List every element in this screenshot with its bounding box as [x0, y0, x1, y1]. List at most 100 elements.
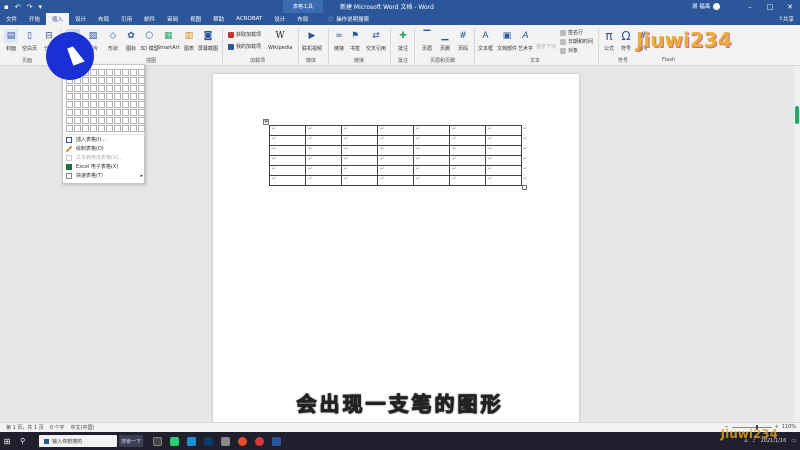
tab-home[interactable]: 开始	[23, 13, 46, 25]
tab-insert[interactable]: 插入	[46, 13, 70, 25]
grid-cell[interactable]	[98, 117, 105, 124]
table-cell[interactable]: ↵	[413, 175, 450, 186]
grid-cell[interactable]	[82, 117, 89, 124]
table-cell[interactable]: ↵	[449, 175, 486, 186]
header-button[interactable]: ▔ 页眉	[420, 29, 434, 52]
grid-cell[interactable]	[122, 77, 129, 84]
grid-cell[interactable]	[130, 85, 137, 92]
grid-cell[interactable]	[138, 125, 145, 132]
table-cell[interactable]: ↵	[269, 175, 306, 186]
table-cell[interactable]: ↵	[305, 165, 342, 176]
grid-cell[interactable]	[122, 85, 129, 92]
page-number-button[interactable]: # 页码	[456, 29, 470, 52]
menu-item-excel-spreadsheet[interactable]: Excel 电子表格(X)	[63, 162, 146, 171]
taskbar-search-box[interactable]: 输入你想搜的	[39, 435, 118, 447]
share-button[interactable]: ⇪ 共享	[778, 13, 794, 25]
grid-cell[interactable]	[90, 77, 97, 84]
table-cell[interactable]: ↵	[485, 135, 522, 146]
grid-cell[interactable]	[82, 125, 89, 132]
grid-cell[interactable]	[122, 117, 129, 124]
grid-cell[interactable]	[66, 85, 73, 92]
quick-parts-button[interactable]: ▣ 文档部件	[497, 29, 517, 52]
tab-design[interactable]: 设计	[69, 13, 92, 25]
grid-cell[interactable]	[90, 69, 97, 76]
table-cell[interactable]: ↵	[485, 145, 522, 156]
grid-cell[interactable]	[66, 101, 73, 108]
grid-cell[interactable]	[106, 77, 113, 84]
grid-cell[interactable]	[122, 69, 129, 76]
icons-button[interactable]: ✿ 图标	[124, 29, 138, 52]
table-cell[interactable]: ↵	[449, 135, 486, 146]
symbol-button[interactable]: Ω 符号	[619, 29, 633, 52]
table-cell[interactable]: ↵	[269, 145, 306, 156]
wikipedia-button[interactable]: W Wikipedia	[268, 29, 292, 51]
tab-mailings[interactable]: 邮件	[138, 13, 161, 25]
menu-item-draw-table[interactable]: 绘制表格(D)	[63, 144, 146, 153]
grid-cell[interactable]	[74, 101, 81, 108]
table-cell[interactable]: ↵	[449, 125, 486, 136]
tab-table-design[interactable]: 设计	[268, 13, 291, 25]
bookmark-button[interactable]: ⚑ 书签	[348, 29, 362, 52]
grid-cell[interactable]	[74, 93, 81, 100]
windows-start-icon[interactable]: ⊞	[0, 432, 14, 450]
taskbar-clock[interactable]: 2021/1/16	[761, 438, 787, 445]
tab-review[interactable]: 审阅	[161, 13, 184, 25]
table-cell[interactable]: ↵	[269, 125, 306, 136]
grid-cell[interactable]	[90, 125, 97, 132]
screenshot-button[interactable]: ◙ 屏幕截图	[198, 29, 218, 52]
grid-cell[interactable]	[130, 117, 137, 124]
smartart-button[interactable]: ▦ SmartArt	[157, 29, 180, 51]
object-button[interactable]: 对象	[560, 47, 578, 54]
grid-cell[interactable]	[130, 69, 137, 76]
grid-cell[interactable]	[138, 117, 145, 124]
table-cell[interactable]: ↵	[413, 155, 450, 166]
grid-cell[interactable]	[122, 101, 129, 108]
tab-references[interactable]: 引用	[115, 13, 138, 25]
grid-cell[interactable]	[106, 125, 113, 132]
search-go-button[interactable]: 搜索一下	[119, 435, 144, 447]
minimize-icon[interactable]: –	[740, 0, 760, 13]
table-cell[interactable]: ↵	[413, 125, 450, 136]
grid-cell[interactable]	[82, 109, 89, 116]
table-cell[interactable]: ↵	[341, 135, 378, 146]
grid-cell[interactable]	[106, 93, 113, 100]
table-cell[interactable]: ↵	[377, 165, 414, 176]
table-cell[interactable]: ↵	[377, 135, 414, 146]
chrome-icon[interactable]	[238, 436, 248, 446]
tab-table-layout[interactable]: 布局	[291, 13, 314, 25]
table-cell[interactable]: ↵	[377, 145, 414, 156]
grid-cell[interactable]	[82, 101, 89, 108]
table-cell[interactable]: ↵	[377, 155, 414, 166]
grid-cell[interactable]	[74, 85, 81, 92]
table-cell[interactable]: ↵	[485, 155, 522, 166]
table-cell[interactable]: ↵	[341, 175, 378, 186]
table-cell[interactable]: ↵	[485, 175, 522, 186]
table-cell[interactable]: ↵	[485, 165, 522, 176]
grid-cell[interactable]	[106, 85, 113, 92]
grid-cell[interactable]	[66, 125, 73, 132]
tab-help[interactable]: 帮助	[207, 13, 230, 25]
user-account[interactable]: 谢 福禹	[692, 2, 721, 10]
grid-cell[interactable]	[114, 77, 121, 84]
table-resize-handle[interactable]	[522, 185, 527, 190]
table-cell[interactable]: ↵	[449, 145, 486, 156]
grid-cell[interactable]	[138, 93, 145, 100]
grid-cell[interactable]	[98, 69, 105, 76]
get-addins-button[interactable]: 获取加载项	[228, 31, 261, 38]
page-count[interactable]: 第 1 页，共 1 页	[0, 424, 44, 431]
grid-cell[interactable]	[74, 125, 81, 132]
grid-cell[interactable]	[66, 117, 73, 124]
grid-cell[interactable]	[130, 77, 137, 84]
table-cell[interactable]: ↵	[377, 175, 414, 186]
notification-icon[interactable]: ▭	[791, 438, 796, 444]
vertical-scrollbar[interactable]	[794, 66, 800, 422]
footer-button[interactable]: ▁ 页脚	[438, 29, 452, 52]
save-icon[interactable]: ▪	[4, 3, 9, 11]
grid-cell[interactable]	[138, 85, 145, 92]
tab-layout[interactable]: 布局	[92, 13, 115, 25]
menu-item-quick-tables[interactable]: 快速表格(T) ▸	[63, 171, 146, 180]
cross-reference-button[interactable]: ⇄ 交叉引用	[366, 29, 386, 52]
search-icon[interactable]: ⚲	[20, 437, 25, 445]
scrollbar-thumb[interactable]	[795, 106, 799, 124]
grid-cell[interactable]	[122, 125, 129, 132]
